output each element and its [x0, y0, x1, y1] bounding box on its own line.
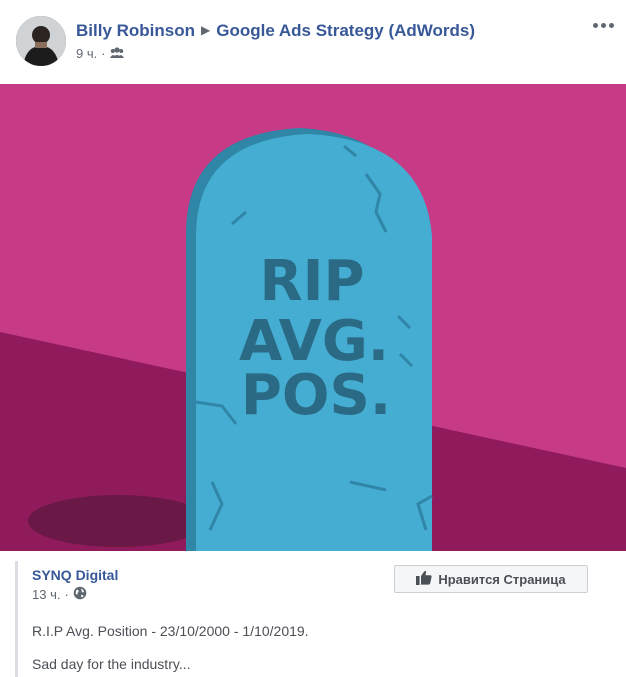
meta-separator: ·: [64, 587, 69, 602]
group-icon: [109, 46, 124, 61]
more-dots-icon[interactable]: [592, 14, 614, 36]
post-image[interactable]: RIP AVG. POS.: [0, 84, 626, 551]
globe-icon: [73, 586, 87, 603]
shared-post-time[interactable]: 13 ч.: [32, 587, 60, 602]
post-card: Billy Robinson ▶ Google Ads Strategy (AdWo…: [0, 0, 626, 677]
author-name-link[interactable]: Billy Robinson: [76, 21, 195, 40]
meta-separator: ·: [101, 46, 106, 61]
group-name-link[interactable]: Google Ads Strategy (AdWords): [216, 21, 475, 40]
thumbs-up-icon: [416, 570, 432, 588]
triangle-right-icon: ▶: [201, 23, 211, 37]
tombstone-illustration: RIP AVG. POS.: [0, 84, 626, 551]
tombstone-text-line1: RIP: [260, 249, 365, 314]
like-page-label: Нравится Страница: [438, 571, 566, 587]
post-meta: 9 ч. ·: [76, 46, 124, 61]
shared-post-text-line: Sad day for the industry...: [32, 656, 191, 672]
shared-page-name[interactable]: SYNQ Digital: [32, 567, 118, 583]
tombstone-text-line3: POS.: [241, 363, 391, 428]
shared-post: SYNQ Digital 13 ч. · Нравится Страница R…: [15, 561, 618, 677]
post-time[interactable]: 9 ч.: [76, 46, 97, 61]
stone-shadow: [28, 495, 208, 547]
post-header: Billy Robinson ▶ Google Ads Strategy (AdWo…: [0, 0, 626, 84]
post-title: Billy Robinson ▶ Google Ads Strategy (AdWo…: [76, 21, 475, 41]
like-page-button[interactable]: Нравится Страница: [394, 565, 588, 593]
author-avatar[interactable]: [16, 16, 66, 66]
avatar-image: [16, 16, 66, 66]
shared-post-text-line: R.I.P Avg. Position - 23/10/2000 - 1/10/…: [32, 623, 309, 639]
shared-post-meta: 13 ч. ·: [32, 586, 87, 603]
